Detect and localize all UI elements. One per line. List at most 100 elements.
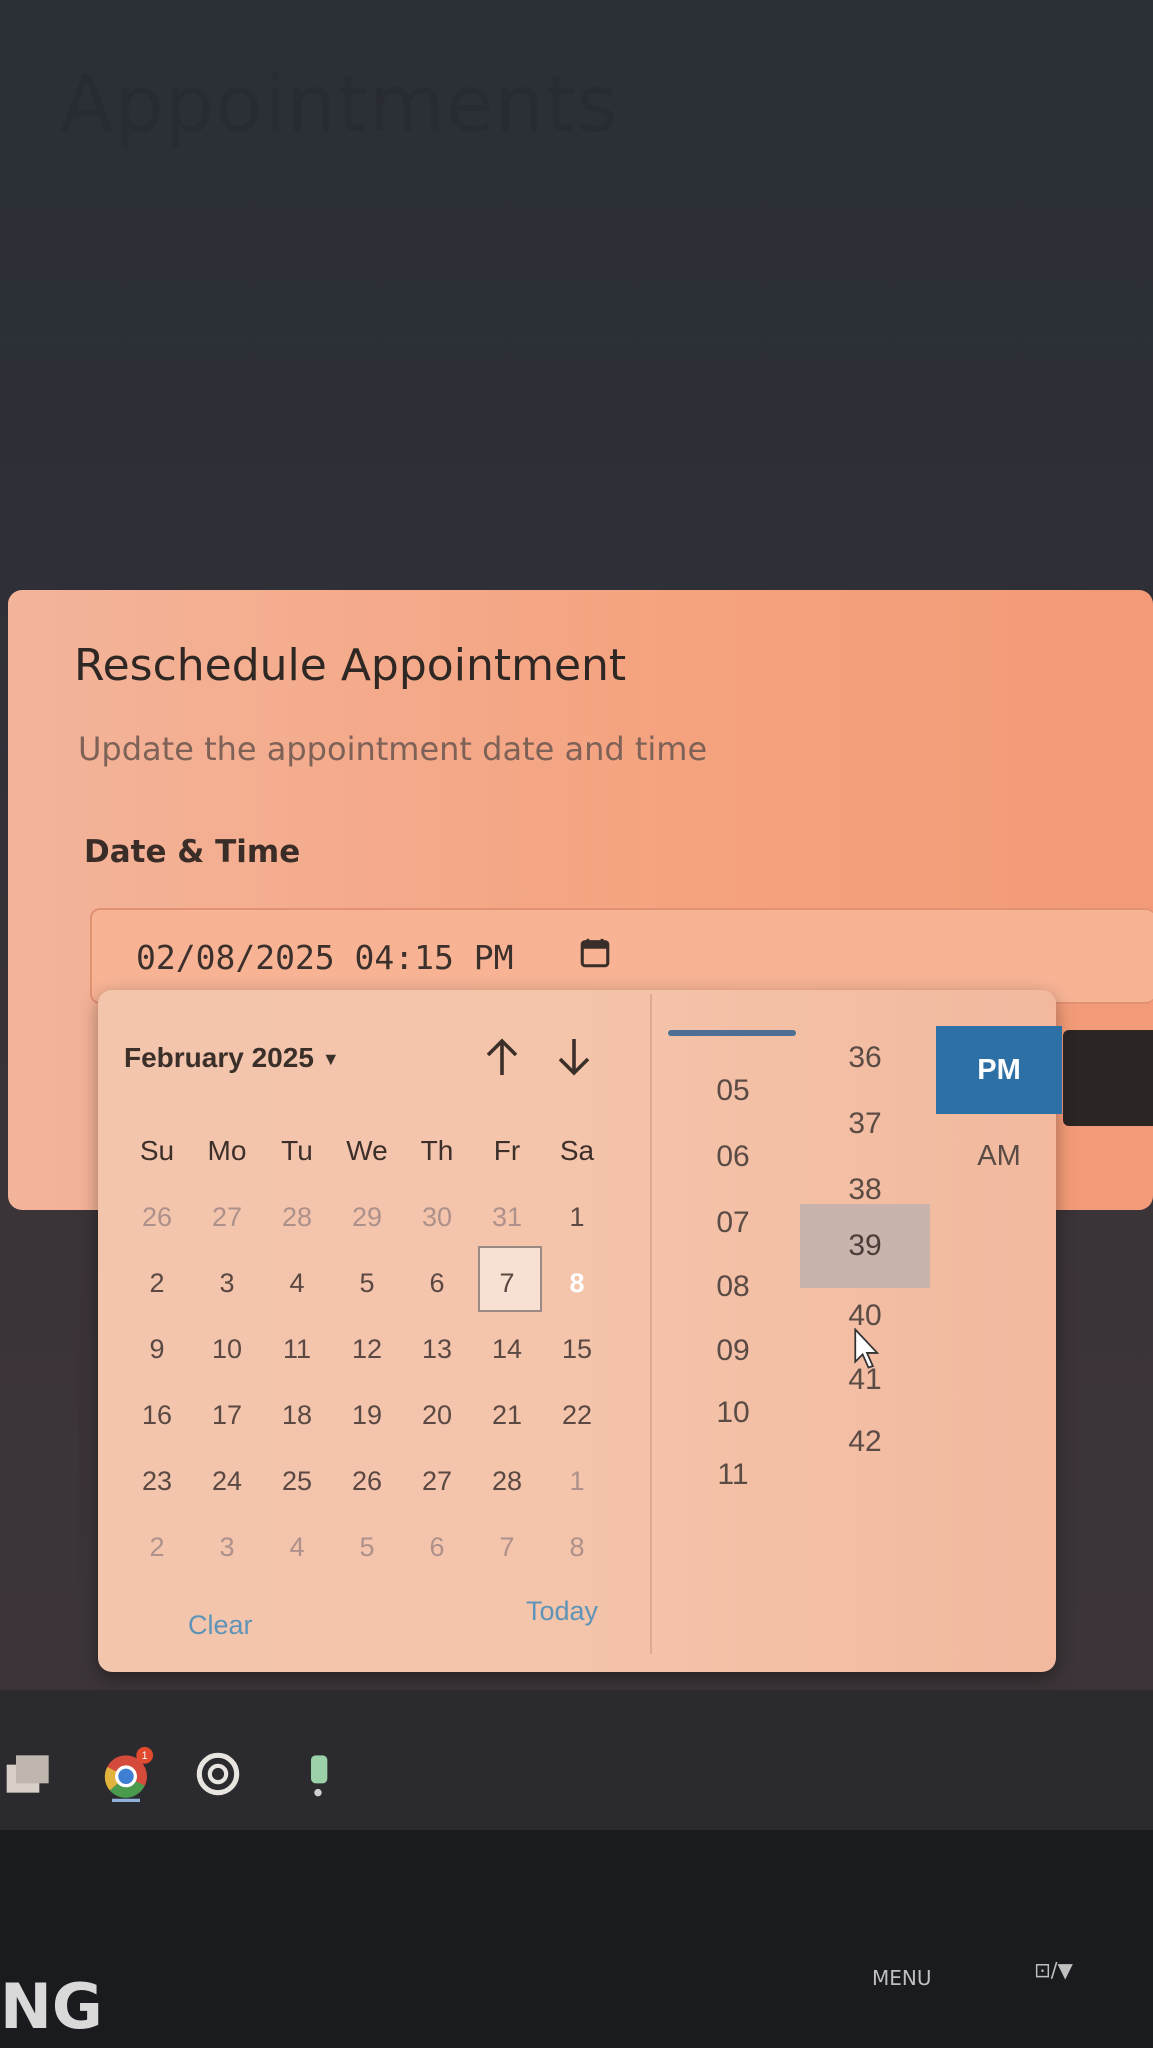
monitor-brand: NG xyxy=(0,1970,103,2043)
calendar-grid: Su Mo Tu We Th Fr Sa 26 27 28 29 30 31 1 2 3 4 5 6 7 8 9 10 11… xyxy=(122,1118,642,1580)
calendar-day-other-month[interactable]: 31 xyxy=(472,1202,542,1233)
monitor-source-label: ⊡/▼ xyxy=(1034,1958,1073,1982)
calendar-day[interactable]: 3 xyxy=(192,1268,262,1299)
calendar-day[interactable]: 1 xyxy=(542,1202,612,1233)
month-year-label: February 2025 xyxy=(124,1042,314,1073)
dialog-title: Reschedule Appointment xyxy=(74,640,627,691)
calendar-day[interactable]: 2 xyxy=(122,1268,192,1299)
calendar-day-today[interactable]: 7 xyxy=(472,1245,542,1312)
calendar-day[interactable]: 17 xyxy=(192,1400,262,1431)
caret-down-icon: ▼ xyxy=(321,1049,340,1070)
calendar-day[interactable]: 21 xyxy=(472,1400,542,1431)
calendar-day-other-month[interactable]: 6 xyxy=(402,1532,472,1563)
monitor-menu-label: MENU xyxy=(872,1966,932,1990)
calendar-day-selected[interactable]: 8 xyxy=(542,1241,616,1312)
clear-button[interactable]: Clear xyxy=(188,1610,253,1641)
calendar-day[interactable]: 26 xyxy=(332,1466,402,1497)
calendar-week-row: 16 17 18 19 20 21 22 xyxy=(122,1382,642,1448)
arrow-up-icon[interactable] xyxy=(478,1032,526,1082)
chrome-icon[interactable]: 1 xyxy=(98,1746,154,1802)
chatgpt-icon[interactable] xyxy=(190,1746,246,1802)
calendar-day[interactable]: 25 xyxy=(262,1466,332,1497)
hour-column: 05 06 07 08 09 10 11 xyxy=(658,990,808,1672)
calendar-day[interactable]: 20 xyxy=(402,1400,472,1431)
calendar-day-other-month[interactable]: 29 xyxy=(332,1202,402,1233)
weekday-label: We xyxy=(346,1135,388,1166)
calendar-day[interactable]: 27 xyxy=(402,1466,472,1497)
calendar-day-other-month[interactable]: 27 xyxy=(192,1202,262,1233)
hour-option[interactable]: 10 xyxy=(658,1396,808,1430)
am-button[interactable]: AM xyxy=(936,1126,1062,1186)
file-explorer-icon[interactable] xyxy=(2,1746,58,1802)
calendar-day-other-month[interactable]: 3 xyxy=(192,1532,262,1563)
arrow-down-icon[interactable] xyxy=(550,1032,598,1082)
calendar-day[interactable]: 5 xyxy=(332,1268,402,1299)
calendar-day[interactable]: 19 xyxy=(332,1400,402,1431)
today-button[interactable]: Today xyxy=(526,1596,598,1627)
calendar-day-other-month[interactable]: 28 xyxy=(262,1202,332,1233)
weekday-label: Mo xyxy=(207,1135,247,1166)
minute-option-hovered[interactable]: 39 xyxy=(800,1204,930,1288)
pm-button[interactable]: PM xyxy=(936,1026,1062,1114)
dialog-subtitle: Update the appointment date and time xyxy=(78,730,708,768)
calendar-day-other-month[interactable]: 5 xyxy=(332,1532,402,1563)
calendar-day-other-month[interactable]: 26 xyxy=(122,1202,192,1233)
calendar-week-row: 23 24 25 26 27 28 1 xyxy=(122,1448,642,1514)
datetime-picker-popup: February 2025 ▼ Su Mo Tu We Th Fr Sa 26 27 28 29 30… xyxy=(98,990,1062,1672)
chrome-badge: 1 xyxy=(142,1750,148,1762)
hour-option[interactable]: 09 xyxy=(658,1334,808,1368)
weekday-header-row: Su Mo Tu We Th Fr Sa xyxy=(122,1118,642,1184)
hour-scroll-indicator xyxy=(668,1030,796,1036)
month-year-selector[interactable]: February 2025 ▼ xyxy=(124,1042,340,1074)
calendar-week-row: 26 27 28 29 30 31 1 xyxy=(122,1184,642,1250)
weekday-label: Su xyxy=(139,1135,175,1166)
calendar-day[interactable]: 15 xyxy=(542,1334,612,1365)
calendar-day[interactable]: 18 xyxy=(262,1400,332,1431)
calendar-day[interactable]: 11 xyxy=(262,1334,332,1365)
hour-option[interactable]: 07 xyxy=(658,1206,808,1240)
hour-option[interactable]: 11 xyxy=(658,1458,808,1492)
calendar-week-row: 2345678 xyxy=(122,1241,642,1316)
calendar-day[interactable]: 22 xyxy=(542,1400,612,1431)
calendar-day[interactable]: 4 xyxy=(262,1268,332,1299)
calendar-day[interactable]: 9 xyxy=(122,1334,192,1365)
hour-option[interactable]: 05 xyxy=(658,1074,808,1108)
panel-divider xyxy=(650,994,652,1654)
monitor-bezel: NG MENU ⊡/▼ xyxy=(0,1830,1153,2048)
mouse-cursor-icon xyxy=(854,1328,880,1369)
calendar-day[interactable]: 12 xyxy=(332,1334,402,1365)
calendar-day[interactable]: 6 xyxy=(402,1268,472,1299)
calendar-day-other-month[interactable]: 30 xyxy=(402,1202,472,1233)
page-title: Appointments xyxy=(60,60,619,150)
weekday-label: Sa xyxy=(559,1135,595,1166)
date-time-label: Date & Time xyxy=(84,834,301,870)
calendar-week-row: 9 10 11 12 13 14 15 xyxy=(122,1316,642,1382)
calendar-day[interactable]: 10 xyxy=(192,1334,262,1365)
minute-option[interactable]: 36 xyxy=(800,1038,930,1078)
date-time-value: 02/08/2025 04:15 PM xyxy=(136,938,514,977)
calendar-day-other-month[interactable]: 8 xyxy=(542,1532,612,1563)
calendar-day-other-month[interactable]: 1 xyxy=(542,1466,612,1497)
calendar-day[interactable]: 28 xyxy=(472,1466,542,1497)
calendar-day-other-month[interactable]: 2 xyxy=(122,1532,192,1563)
desktop-screen: Appointments Reschedule Appointment Upda… xyxy=(0,0,1153,1830)
calendar-week-row: 2345678 xyxy=(122,1514,642,1580)
weekday-label: Th xyxy=(420,1135,454,1166)
dialog-action-button[interactable] xyxy=(1063,1030,1153,1126)
hour-option[interactable]: 06 xyxy=(658,1140,808,1174)
minute-option[interactable]: 42 xyxy=(800,1422,930,1462)
taskbar: 1 xyxy=(0,1690,1153,1830)
calendar-day[interactable]: 16 xyxy=(122,1400,192,1431)
calendar-day[interactable]: 14 xyxy=(472,1334,542,1365)
app-icon[interactable] xyxy=(290,1746,346,1802)
calendar-panel: February 2025 ▼ Su Mo Tu We Th Fr Sa 26 27 28 29 30… xyxy=(98,990,650,1672)
calendar-day[interactable]: 23 xyxy=(122,1466,192,1497)
calendar-day[interactable]: 24 xyxy=(192,1466,262,1497)
minute-option[interactable]: 37 xyxy=(800,1104,930,1144)
hour-option[interactable]: 08 xyxy=(658,1270,808,1304)
calendar-day[interactable]: 13 xyxy=(402,1334,472,1365)
calendar-icon[interactable] xyxy=(578,936,612,970)
calendar-day-other-month[interactable]: 4 xyxy=(262,1532,332,1563)
weekday-label: Tu xyxy=(281,1135,313,1166)
calendar-day-other-month[interactable]: 7 xyxy=(472,1532,542,1563)
